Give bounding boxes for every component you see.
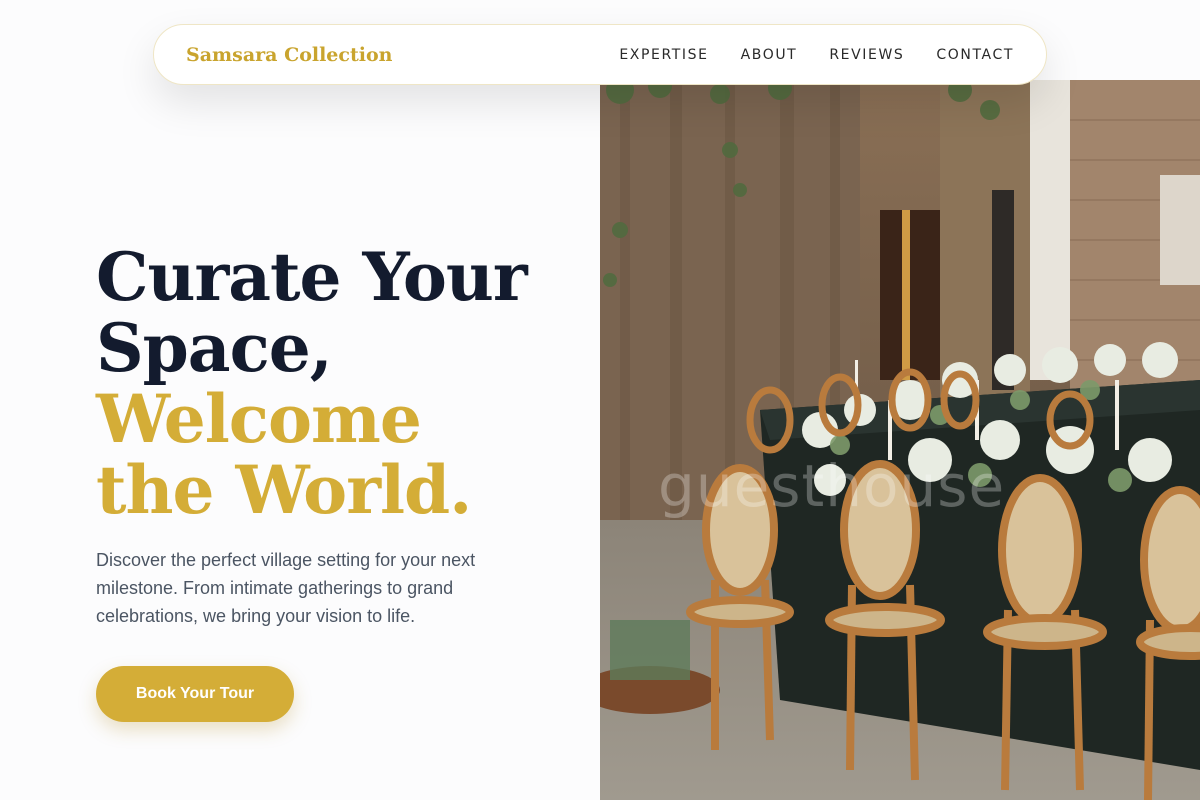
nav-link-reviews[interactable]: REVIEWS [829,47,904,63]
hero-image: guesthouse [600,80,1200,800]
hero-description: Discover the perfect village setting for… [96,550,476,626]
nav-links: EXPERTISE ABOUT REVIEWS CONTACT [619,47,1014,63]
nav-link-contact[interactable]: CONTACT [936,47,1014,63]
headline-line-2: Space, [96,309,333,387]
brand-logo[interactable]: Samsara Collection [186,44,392,66]
headline-line-4: the World. [96,451,472,529]
nav-link-expertise[interactable]: EXPERTISE [619,47,708,63]
headline-line-1: Curate Your [96,238,528,316]
hero-headline: Curate Your Space, Welcome the World. [96,242,576,526]
venue-banquet-photo [600,80,1200,800]
top-navbar: Samsara Collection EXPERTISE ABOUT REVIE… [153,24,1047,85]
headline-line-3: Welcome [96,380,422,458]
hero-text-section: Curate Your Space, Welcome the World. Di… [96,242,576,630]
book-tour-button[interactable]: Book Your Tour [96,666,294,722]
nav-link-about[interactable]: ABOUT [741,47,798,63]
image-watermark: guesthouse [658,452,1006,520]
